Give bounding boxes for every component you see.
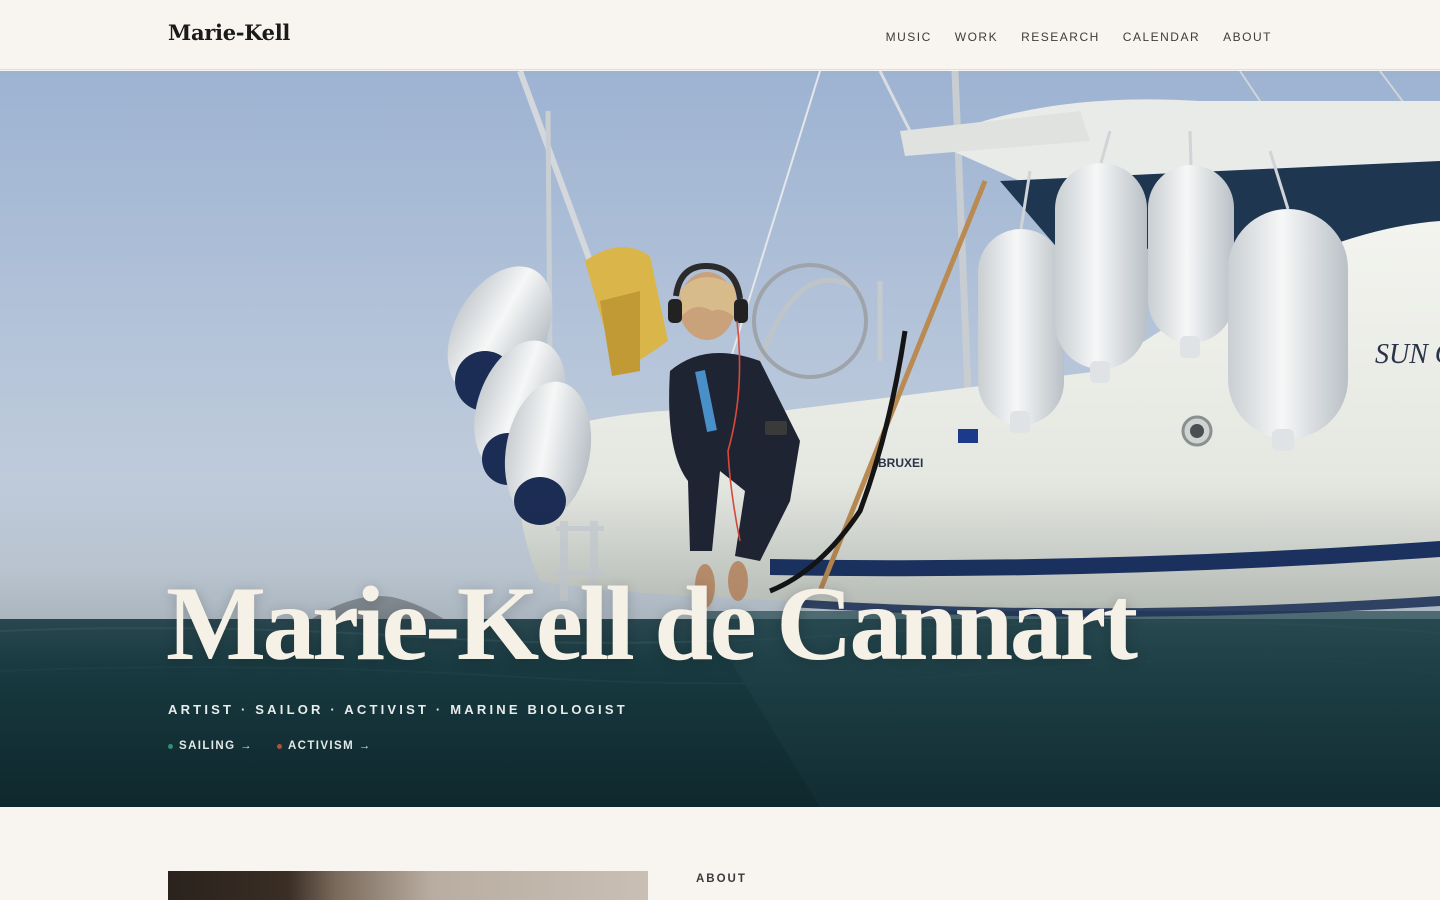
activism-link-label: ACTIVISM → bbox=[287, 740, 372, 752]
activism-link[interactable]: ACTIVISM → bbox=[276, 740, 372, 752]
main-nav: MUSIC WORK RESEARCH CALENDAR ABOUT bbox=[886, 30, 1272, 44]
sailing-dot-icon bbox=[168, 743, 173, 749]
hero-title: Marie-Kell de Cannart bbox=[166, 565, 1138, 682]
hull-name-text: SUN O bbox=[1375, 339, 1440, 370]
sailing-link[interactable]: SAILING → bbox=[168, 740, 253, 752]
site-header: Marie-Kell MUSIC WORK RESEARCH CALENDAR … bbox=[0, 0, 1440, 70]
nav-item-about[interactable]: ABOUT bbox=[1223, 30, 1272, 44]
about-photo bbox=[168, 871, 648, 900]
nav-item-research[interactable]: RESEARCH bbox=[1021, 30, 1100, 44]
nav-item-work[interactable]: WORK bbox=[955, 30, 998, 44]
sailing-link-label: SAILING → bbox=[179, 740, 253, 752]
hull-port-text: BRUXEI bbox=[878, 456, 923, 470]
hero-section: SUN O BRUXEI bbox=[0, 71, 1440, 807]
hero-roles: ARTIST · SAILOR · ACTIVIST · MARINE BIOL… bbox=[168, 702, 628, 717]
site-logo[interactable]: Marie-Kell bbox=[168, 20, 290, 45]
nav-item-music[interactable]: MUSIC bbox=[886, 30, 932, 44]
hero-photo: SUN O BRUXEI bbox=[0, 71, 1440, 807]
hero-links: SAILING → ACTIVISM → bbox=[168, 740, 372, 752]
nav-item-calendar[interactable]: CALENDAR bbox=[1123, 30, 1200, 44]
about-section-label: ABOUT bbox=[696, 873, 747, 885]
activism-dot-icon bbox=[276, 743, 282, 749]
